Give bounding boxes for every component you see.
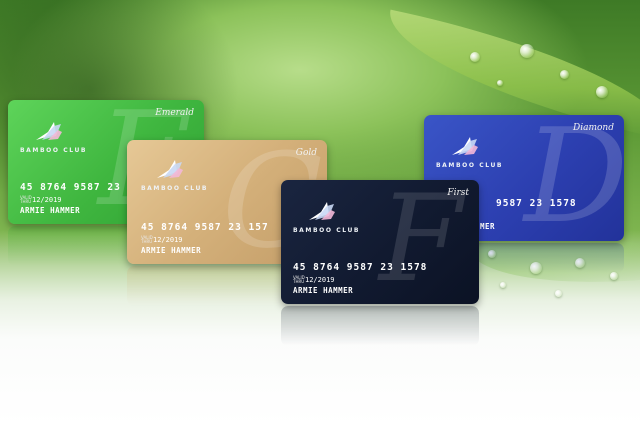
valid-thru-label: VALID THRU [293,275,305,284]
card-monogram: D [524,115,624,241]
card-brand: BAMBOO CLUB [436,162,504,169]
card-tier: Emerald [155,108,194,118]
bird-wing-icon [309,202,335,220]
card-expiry: 12/2019 [305,276,335,284]
water-droplet [560,70,569,79]
card-number: 45 8764 9587 23 [20,182,121,193]
card-holder: ARMIE HAMMER [141,246,202,255]
water-droplet [497,80,503,86]
card-expiry: 12/2019 [32,196,62,204]
bird-wing-icon [157,160,183,178]
card-holder: ARMIE HAMMER [293,286,354,295]
water-droplet [610,272,618,280]
water-droplet [500,282,506,288]
card-number: 45 8764 9587 23 157 [141,222,269,233]
card-number: 45 8764 9587 23 1578 [293,262,428,273]
card-tier: Diamond [573,123,614,133]
water-droplet [555,290,562,297]
card-monogram: F [379,180,463,304]
card-number: 9587 23 1578 [496,198,577,209]
card-brand: BAMBOO CLUB [141,185,209,192]
card-tier: Gold [295,148,317,158]
valid-thru-label: VALID THRU [141,235,153,244]
card-brand: BAMBOO CLUB [20,147,88,154]
water-droplet [596,86,608,98]
valid-thru-label: VALID THRU [20,195,32,204]
card-reflection [281,306,479,346]
bird-wing-icon [452,137,478,155]
green-leaf-background: E Emerald BAMBOO CLUB 45 8764 9587 23 VA… [0,0,640,426]
card-brand: BAMBOO CLUB [293,227,361,234]
card-holder: MER [480,222,496,231]
bird-wing-icon [36,122,62,140]
water-droplet [470,52,480,62]
card-expiry: 12/2019 [153,236,183,244]
card-tier: First [447,188,469,198]
water-droplet [520,44,534,58]
card-holder: ARMIE HAMMER [20,206,81,215]
first-card: F First BAMBOO CLUB 45 8764 9587 23 1578… [281,180,479,304]
